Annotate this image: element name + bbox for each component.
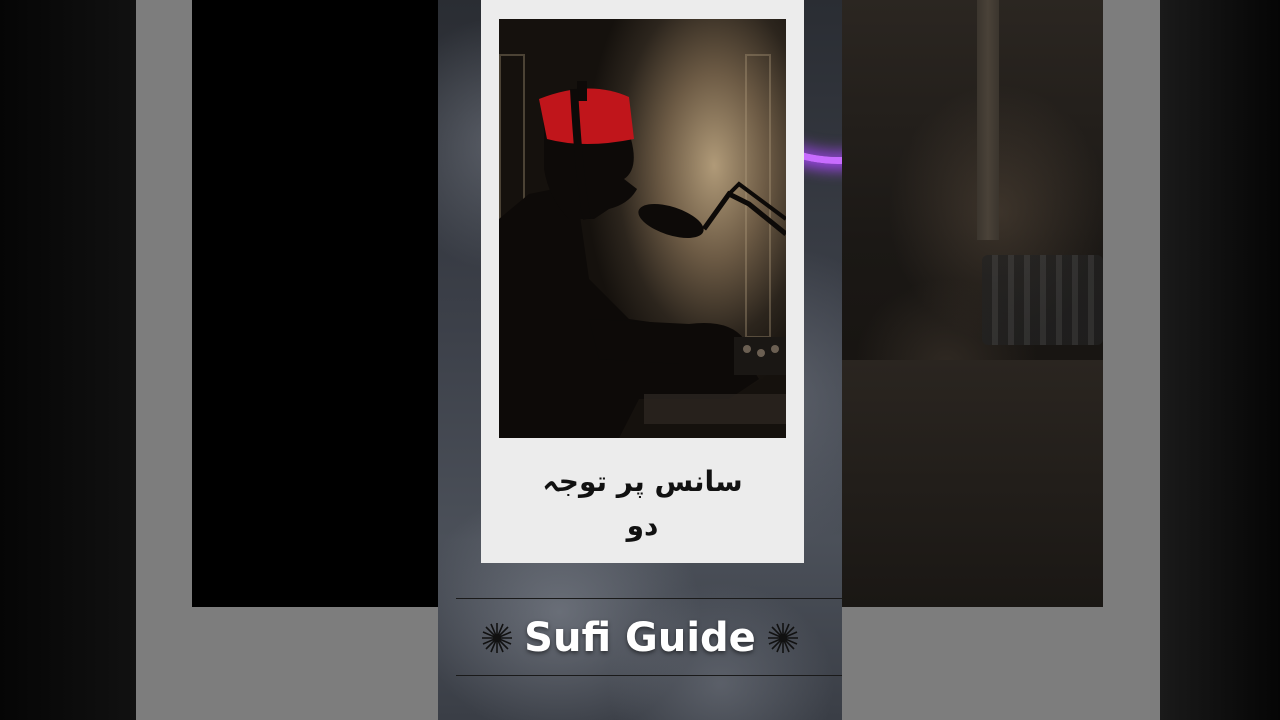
podcaster-photo — [499, 19, 786, 438]
asterisk-burst-icon — [482, 623, 513, 653]
divider-bottom — [456, 675, 842, 676]
divider-top — [456, 598, 842, 599]
asterisk-burst-icon — [767, 623, 798, 653]
urdu-caption: سانس پر توجہ دو — [481, 460, 804, 548]
blurred-studio-scene — [842, 0, 1103, 607]
brand-name: Sufi Guide — [524, 615, 756, 661]
background-left-shadow — [0, 0, 136, 720]
polaroid-card: سانس پر توجہ دو — [481, 0, 804, 563]
caption-line-2: دو — [626, 509, 659, 542]
podcaster-silhouette — [499, 81, 786, 438]
blurred-desk — [842, 360, 1103, 607]
blurred-mixer — [982, 255, 1103, 345]
background-right-shadow — [1160, 0, 1280, 720]
blurred-pillar — [977, 0, 999, 240]
brand-banner: Sufi Guide — [438, 608, 842, 668]
video-frame[interactable]: سانس پر توجہ دو Sufi Guide — [438, 0, 842, 720]
caption-line-1: سانس پر توجہ — [542, 465, 743, 498]
